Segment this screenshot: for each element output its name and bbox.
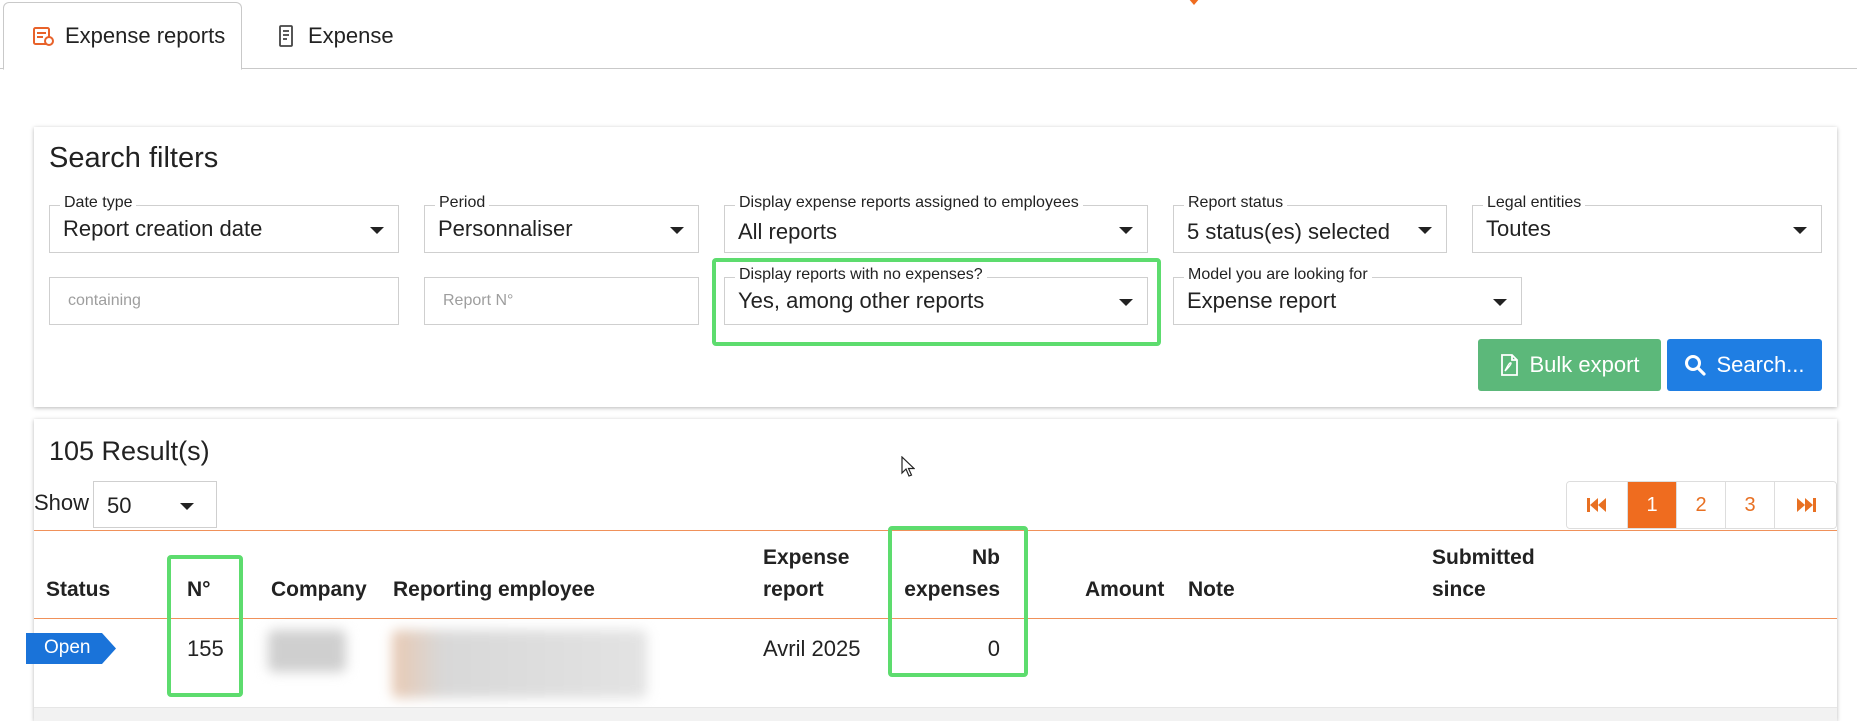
- button-label: Bulk export: [1529, 352, 1640, 377]
- table-header-bottom-border: [34, 618, 1837, 619]
- column-header-status[interactable]: Status: [46, 574, 110, 606]
- field-value: Yes, among other reports: [738, 288, 985, 313]
- column-header-employee[interactable]: Reporting employee: [393, 574, 595, 606]
- column-header-nb-expenses[interactable]: Nb expenses: [880, 542, 1000, 606]
- table-header-top-border: [34, 530, 1837, 531]
- page-button[interactable]: 3: [1726, 482, 1775, 528]
- page-size-select[interactable]: 50: [93, 481, 217, 528]
- chevron-down-icon: [670, 227, 684, 234]
- field-label: Legal entities: [1483, 194, 1586, 212]
- panel-title: Search filters: [49, 142, 219, 174]
- field-value: All reports: [738, 219, 838, 244]
- placeholder-text: containing: [68, 292, 141, 309]
- field-value: Report creation date: [63, 216, 263, 241]
- header-line: Submitted: [1432, 546, 1535, 569]
- tab-label: Expense reports: [65, 23, 226, 48]
- field-label: Report status: [1184, 194, 1288, 212]
- placeholder-text: Report N°: [443, 292, 514, 309]
- model-select[interactable]: Model you are looking for Expense report: [1173, 266, 1522, 325]
- chevron-down-icon: [1418, 227, 1432, 234]
- last-page-icon: [1796, 498, 1816, 512]
- mouse-cursor-icon: [901, 456, 915, 477]
- status-badge: Open: [26, 633, 116, 664]
- chevron-down-icon: [180, 503, 194, 510]
- column-header-submitted-since[interactable]: Submitted since: [1432, 542, 1535, 606]
- chevron-down-icon: [370, 227, 384, 234]
- header-line: since: [1432, 578, 1486, 601]
- field-label: Display expense reports assigned to empl…: [735, 194, 1083, 212]
- company-cell-redacted: [268, 630, 346, 672]
- legal-entities-select[interactable]: Legal entities Toutes: [1472, 194, 1822, 253]
- report-number-cell[interactable]: 155: [187, 636, 224, 662]
- receipt-icon: [274, 24, 298, 48]
- date-type-select[interactable]: Date type Report creation date: [49, 194, 399, 253]
- field-label: Period: [435, 194, 490, 212]
- search-icon: [1684, 354, 1707, 376]
- column-header-note[interactable]: Note: [1188, 574, 1235, 606]
- tab-expense-reports[interactable]: Expense reports: [3, 2, 242, 70]
- field-value: 5 status(es) selected: [1187, 219, 1390, 244]
- tab-expense[interactable]: Expense: [274, 2, 394, 69]
- status-text: Open: [44, 637, 91, 658]
- results-count: 105 Result(s): [49, 436, 210, 466]
- first-page-icon: [1587, 498, 1606, 512]
- field-label: Model you are looking for: [1184, 266, 1372, 284]
- expense-report-icon: [31, 24, 55, 48]
- field-value: Toutes: [1486, 216, 1551, 241]
- nb-expenses-cell: 0: [987, 636, 1000, 661]
- header-line: expenses: [904, 578, 1000, 601]
- period-select[interactable]: Period Personnaliser: [424, 194, 699, 253]
- chevron-down-icon: [1793, 227, 1807, 234]
- header-line: Expense: [763, 546, 850, 569]
- employee-cell-redacted: [392, 630, 647, 698]
- pdf-file-icon: [1499, 354, 1519, 376]
- column-header-expense-report[interactable]: Expense report: [763, 542, 849, 606]
- first-page-button[interactable]: [1567, 482, 1628, 528]
- field-label: Date type: [60, 194, 137, 212]
- chevron-down-icon: [1119, 299, 1133, 306]
- tab-label: Expense: [308, 22, 394, 48]
- field-value: 50: [107, 493, 132, 518]
- bulk-export-button[interactable]: Bulk export: [1478, 339, 1661, 391]
- column-header-company[interactable]: Company: [271, 574, 367, 606]
- expense-report-cell[interactable]: Avril 2025: [763, 636, 860, 662]
- report-status-select[interactable]: Report status 5 status(es) selected: [1173, 194, 1447, 253]
- no-expenses-select[interactable]: Display reports with no expenses? Yes, a…: [724, 266, 1148, 325]
- show-label: Show: [34, 490, 90, 515]
- page-button[interactable]: 2: [1677, 482, 1726, 528]
- field-value: Personnaliser: [438, 216, 573, 241]
- table-row-divider: [34, 707, 1837, 721]
- report-number-input[interactable]: Report N°: [424, 277, 699, 325]
- tab-bar: Expense reports Expense: [0, 0, 1857, 70]
- assigned-reports-select[interactable]: Display expense reports assigned to empl…: [724, 194, 1148, 253]
- chevron-down-icon: [1119, 227, 1133, 234]
- button-label: Search...: [1716, 352, 1805, 377]
- last-page-button[interactable]: [1775, 482, 1836, 528]
- field-value: Expense report: [1187, 288, 1337, 313]
- field-label: Display reports with no expenses?: [735, 266, 987, 284]
- page-button[interactable]: 1: [1628, 482, 1677, 528]
- containing-input[interactable]: containing: [49, 277, 399, 325]
- pagination: 1 2 3: [1566, 481, 1837, 529]
- search-button[interactable]: Search...: [1667, 339, 1822, 391]
- header-line: Nb: [972, 546, 1000, 569]
- column-header-number[interactable]: N°: [187, 574, 211, 606]
- column-header-amount[interactable]: Amount: [1085, 574, 1164, 606]
- caret-down-icon: [1189, 0, 1199, 5]
- header-line: report: [763, 578, 824, 601]
- chevron-down-icon: [1493, 299, 1507, 306]
